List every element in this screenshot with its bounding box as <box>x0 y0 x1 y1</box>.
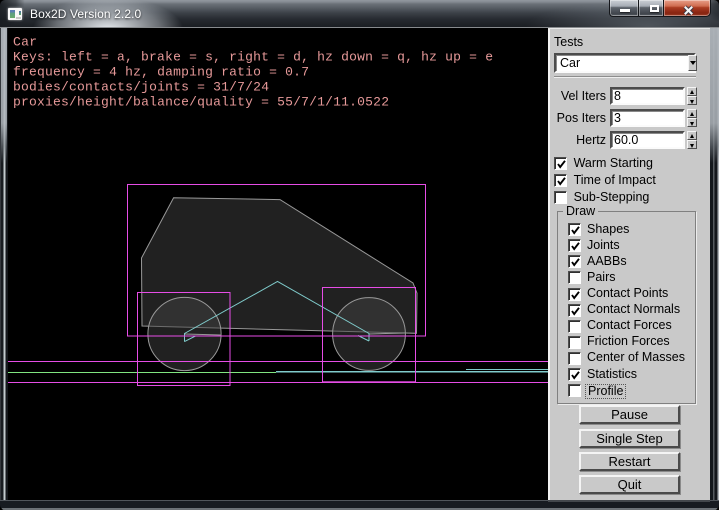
svg-text:Car: Car <box>13 35 37 50</box>
svg-text:bodies/contacts/joints = 31/7/: bodies/contacts/joints = 31/7/24 <box>13 80 269 95</box>
svg-text:frequency = 4 hz, damping rati: frequency = 4 hz, damping ratio = 0.7 <box>13 65 309 80</box>
svg-text:proxies/height/balance/quality: proxies/height/balance/quality = 55/7/1/… <box>13 95 389 110</box>
svg-text:Keys: left = a, brake = s, rig: Keys: left = a, brake = s, right = d, hz… <box>13 50 493 65</box>
